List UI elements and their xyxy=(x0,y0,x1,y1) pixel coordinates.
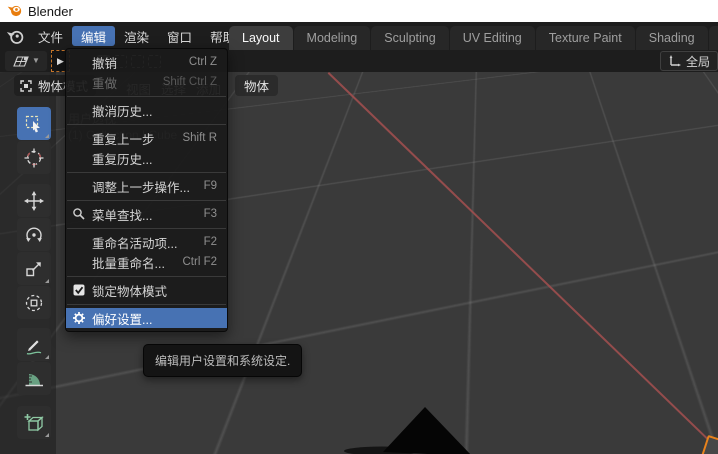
menu-separator xyxy=(66,272,227,280)
edit-menu-dropdown: 撤销 Ctrl Z 重做 Shift Ctrl Z 撤消历史... 重复上一步 … xyxy=(65,48,228,332)
workspace-tabs: Layout Modeling Sculpting UV Editing Tex… xyxy=(229,26,718,50)
annotate-pen-icon xyxy=(23,334,45,356)
preferences-tooltip: 编辑用户设置和系统设定. xyxy=(143,344,302,377)
menu-separator xyxy=(66,300,227,308)
tab-animation[interactable]: Animation xyxy=(709,26,718,50)
checkbox-checked-icon xyxy=(73,284,85,296)
tab-modeling[interactable]: Modeling xyxy=(294,26,371,50)
menu-separator xyxy=(66,224,227,232)
titlebar: Blender xyxy=(0,0,718,22)
search-icon xyxy=(72,207,86,221)
menubar: 文件 编辑 渲染 窗口 帮助 xyxy=(29,26,244,46)
tool-scale[interactable] xyxy=(17,252,51,285)
scale-icon xyxy=(23,258,45,280)
orientation-label: 全局 xyxy=(686,53,710,70)
window-title: Blender xyxy=(28,4,73,19)
menu-item-menu-search[interactable]: 菜单查找... F3 xyxy=(66,204,227,224)
transform-orientation-dropdown[interactable]: 全局 xyxy=(660,51,718,71)
menu-render[interactable]: 渲染 xyxy=(115,26,158,46)
menu-edit[interactable]: 编辑 xyxy=(72,26,115,46)
subtool-indicator xyxy=(45,433,49,437)
subtool-indicator xyxy=(45,279,49,283)
menu-item-redo[interactable]: 重做 Shift Ctrl Z xyxy=(66,72,227,92)
tool-rotate[interactable] xyxy=(17,218,51,251)
tool-annotate[interactable] xyxy=(17,328,51,361)
cursor-icon xyxy=(23,147,45,169)
viewport-menu-object[interactable]: 物体 xyxy=(235,75,278,96)
chevron-down-icon: ▼ xyxy=(32,57,40,65)
gear-icon xyxy=(72,311,86,325)
editor-3d-viewport-icon xyxy=(12,54,30,68)
add-cube-icon xyxy=(23,412,45,434)
subtool-indicator xyxy=(45,134,49,138)
blender-logo-icon xyxy=(7,3,23,19)
menu-separator xyxy=(66,196,227,204)
subtool-indicator xyxy=(45,355,49,359)
cone-object[interactable] xyxy=(340,402,490,454)
blender-menu-logo-icon xyxy=(6,27,25,46)
menu-window[interactable]: 窗口 xyxy=(158,26,201,46)
rotate-icon xyxy=(23,224,45,246)
menu-separator xyxy=(66,168,227,176)
select-box-icon xyxy=(23,113,45,135)
measure-icon xyxy=(23,368,45,390)
menu-item-undo[interactable]: 撤销 Ctrl Z xyxy=(66,52,227,72)
menu-item-rename-active[interactable]: 重命名活动项... F2 xyxy=(66,232,227,252)
tool-add-cube[interactable] xyxy=(17,406,51,439)
tab-uv-editing[interactable]: UV Editing xyxy=(450,26,535,50)
menu-separator xyxy=(66,92,227,100)
blender-window: 用户透视 (1) Collection | Cube xyxy=(0,0,718,454)
tab-sculpting[interactable]: Sculpting xyxy=(371,26,448,50)
object-mode-icon xyxy=(19,79,33,93)
global-orientation-icon xyxy=(668,54,682,68)
menu-item-batch-rename[interactable]: 批量重命名... Ctrl F2 xyxy=(66,252,227,272)
menu-separator xyxy=(66,120,227,128)
move-icon xyxy=(23,190,45,212)
editor-type-dropdown[interactable]: ▼ xyxy=(5,51,47,71)
menu-item-repeat-history[interactable]: 重复历史... xyxy=(66,148,227,168)
menu-item-repeat-last[interactable]: 重复上一步 Shift R xyxy=(66,128,227,148)
tool-transform[interactable] xyxy=(17,286,51,319)
tool-move[interactable] xyxy=(17,184,51,217)
menu-item-adjust-last-operation[interactable]: 调整上一步操作... F9 xyxy=(66,176,227,196)
tool-measure[interactable] xyxy=(17,362,51,395)
tool-select-box[interactable] xyxy=(17,107,51,140)
tab-shading[interactable]: Shading xyxy=(636,26,708,50)
tool-cursor[interactable] xyxy=(17,141,51,174)
transform-icon xyxy=(23,292,45,314)
topbar: 文件 编辑 渲染 窗口 帮助 Layout Modeling Sculpting… xyxy=(0,22,718,50)
menu-item-lock-object-modes[interactable]: 锁定物体模式 xyxy=(66,280,227,300)
tab-layout[interactable]: Layout xyxy=(229,26,293,50)
menu-item-undo-history[interactable]: 撤消历史... xyxy=(66,100,227,120)
tab-texture-paint[interactable]: Texture Paint xyxy=(536,26,635,50)
menu-item-preferences[interactable]: 偏好设置... xyxy=(66,308,227,328)
menu-file[interactable]: 文件 xyxy=(29,26,72,46)
